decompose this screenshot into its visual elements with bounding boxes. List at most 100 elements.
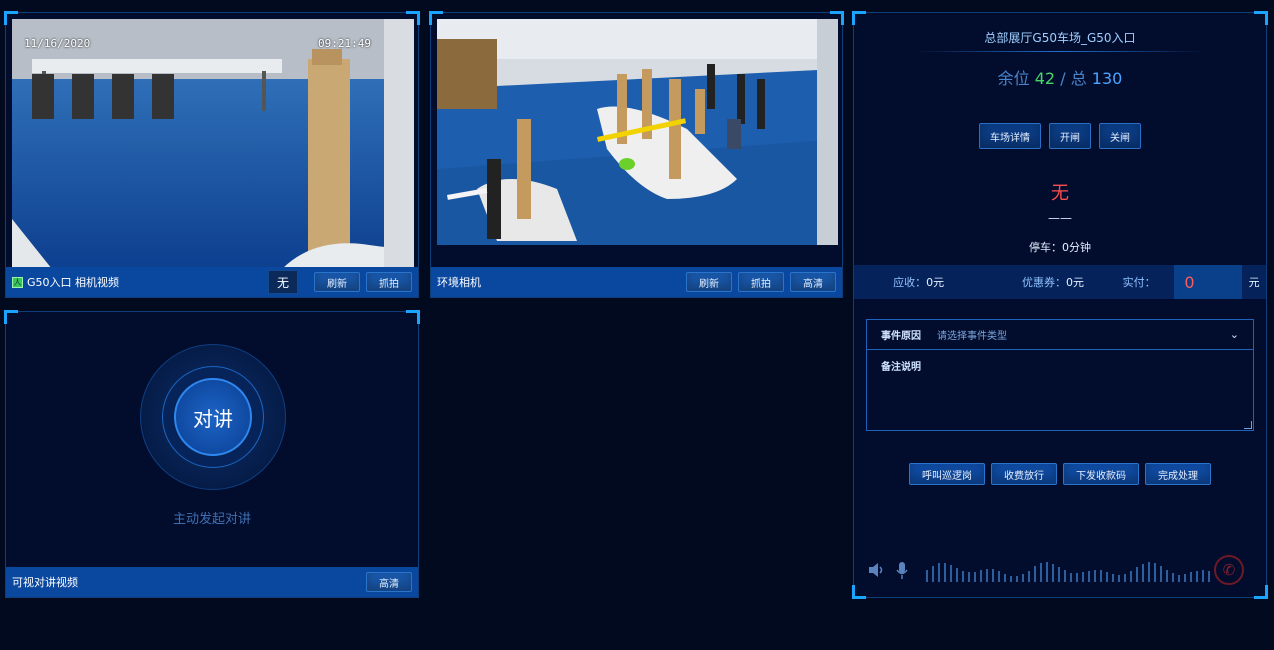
- wave-bar: [1064, 570, 1066, 582]
- wave-bar: [1100, 570, 1102, 582]
- hd-button[interactable]: 高清: [790, 272, 836, 292]
- resize-handle[interactable]: [1244, 421, 1252, 429]
- chevron-down-icon: ⌄: [1229, 328, 1239, 341]
- space-count: 余位 42 / 总 130: [997, 69, 1123, 88]
- wave-bar: [1196, 571, 1198, 582]
- wave-bar: [1076, 573, 1078, 582]
- entry-camera-bar: 人 G50入口 相机视频 无 刷新 抓拍: [6, 267, 418, 297]
- wave-bar: [1004, 574, 1006, 582]
- event-form: 事件原因 请选择事件类型 ⌄ 备注说明: [866, 319, 1254, 431]
- control-panel: 总部展厅G50车场_G50入口 余位 42 / 总 130 车场详情 开闸 关闸…: [852, 11, 1268, 599]
- entry-camera-panel: 11/16/2020 09:21:49 人 G50入口 相机视频 无 刷新 抓拍: [4, 11, 420, 298]
- fee-row: 应收： 0元 优惠券： 0元 实付： 0 元: [854, 265, 1266, 299]
- lane-title: 总部展厅G50车场_G50入口: [984, 31, 1136, 45]
- wave-bar: [926, 570, 928, 582]
- wave-bar: [1016, 576, 1018, 582]
- entry-camera-title: G50入口 相机视频: [27, 276, 120, 289]
- capture-button[interactable]: 抓拍: [366, 272, 412, 292]
- talk-button[interactable]: 对讲: [174, 378, 252, 456]
- wave-bar: [986, 569, 988, 582]
- wave-bar: [1124, 574, 1126, 582]
- wave-bar: [950, 565, 952, 582]
- intercom-panel: 对讲 主动发起对讲 可视对讲视频 高清: [4, 310, 420, 598]
- close-gate-button[interactable]: 关闸: [1099, 123, 1141, 149]
- note-textarea[interactable]: 备注说明: [867, 350, 1253, 430]
- wave-bar: [1136, 567, 1138, 582]
- wave-bar: [1028, 571, 1030, 582]
- speaker-icon[interactable]: [866, 560, 886, 580]
- wave-bar: [938, 563, 940, 582]
- lot-details-button[interactable]: 车场详情: [979, 123, 1041, 149]
- wave-bar: [1022, 574, 1024, 582]
- refresh-button[interactable]: 刷新: [686, 272, 732, 292]
- fee-due: 0元: [926, 276, 945, 289]
- complete-button[interactable]: 完成处理: [1145, 463, 1211, 485]
- free-spaces: 42: [1034, 69, 1056, 88]
- hangup-icon[interactable]: ✆: [1214, 555, 1244, 585]
- hd-button[interactable]: 高清: [366, 572, 412, 592]
- wave-bar: [998, 571, 1000, 582]
- wave-bar: [1130, 571, 1132, 582]
- send-payment-code-button[interactable]: 下发收款码: [1063, 463, 1139, 485]
- wave-bar: [1184, 574, 1186, 582]
- wave-bar: [1118, 575, 1120, 582]
- wave-bar: [1166, 570, 1168, 582]
- open-gate-button[interactable]: 开闸: [1049, 123, 1091, 149]
- wave-bar: [1088, 571, 1090, 582]
- entry-camera-video[interactable]: 11/16/2020 09:21:49: [12, 19, 414, 269]
- action-buttons: 呼叫巡逻岗 收费放行 下发收款码 完成处理: [854, 463, 1266, 485]
- talk-hint: 主动发起对讲: [172, 512, 251, 527]
- env-camera-video[interactable]: [437, 19, 838, 245]
- wave-bar: [1058, 567, 1060, 582]
- audio-controls: ✆: [866, 553, 1254, 587]
- call-patrol-button[interactable]: 呼叫巡逻岗: [909, 463, 985, 485]
- intercom-bar: 可视对讲视频 高清: [6, 567, 418, 597]
- wave-bar: [956, 568, 958, 582]
- talk-button-label: 对讲: [193, 406, 233, 431]
- wave-bar: [932, 566, 934, 582]
- wave-bar: [1154, 563, 1156, 582]
- gate-buttons: 车场详情 开闸 关闸: [854, 123, 1266, 149]
- total-spaces: 130: [1091, 69, 1123, 88]
- wave-bar: [1082, 572, 1084, 582]
- wave-bar: [1052, 564, 1054, 582]
- wave-bar: [962, 571, 964, 582]
- parking-duration: 停车：0分钟: [1029, 241, 1091, 254]
- wave-bar: [1046, 562, 1048, 582]
- refresh-button[interactable]: 刷新: [314, 272, 360, 292]
- plate-number: 无: [1051, 183, 1069, 204]
- env-camera-bar: 环境相机 刷新 抓拍 高清: [431, 267, 842, 297]
- wave-bar: [980, 570, 982, 582]
- intercom-title: 可视对讲视频: [12, 576, 78, 589]
- wave-bar: [974, 572, 976, 582]
- fee-paid: 0: [1174, 265, 1243, 299]
- wave-bar: [1160, 566, 1162, 582]
- overlay-time: 09:21:49: [318, 37, 371, 50]
- wave-bar: [1178, 575, 1180, 582]
- audio-waveform: [926, 562, 1210, 582]
- wave-bar: [1142, 564, 1144, 582]
- env-camera-panel: 环境相机 刷新 抓拍 高清: [429, 11, 844, 298]
- wave-bar: [992, 569, 994, 582]
- wave-bar: [1202, 570, 1204, 582]
- capture-button[interactable]: 抓拍: [738, 272, 784, 292]
- plate-number-tag: 无: [268, 270, 298, 294]
- wave-bar: [1034, 566, 1036, 582]
- microphone-icon[interactable]: [894, 560, 910, 580]
- title-divider: [914, 51, 1206, 52]
- wave-bar: [1106, 572, 1108, 582]
- plate-dash: ——: [1048, 211, 1072, 225]
- event-reason-select[interactable]: 事件原因 请选择事件类型 ⌄: [867, 320, 1253, 350]
- wave-bar: [1070, 573, 1072, 582]
- env-camera-title: 环境相机: [437, 276, 481, 289]
- overlay-date: 11/16/2020: [24, 37, 91, 50]
- wave-bar: [1208, 571, 1210, 582]
- wave-bar: [1094, 570, 1096, 582]
- wave-bar: [1172, 573, 1174, 582]
- wave-bar: [1148, 562, 1150, 582]
- fee-coupon: 0元: [1066, 276, 1085, 289]
- camera-status-icon: 人: [12, 276, 23, 288]
- wave-bar: [1040, 563, 1042, 582]
- charge-release-button[interactable]: 收费放行: [991, 463, 1057, 485]
- wave-bar: [1112, 574, 1114, 582]
